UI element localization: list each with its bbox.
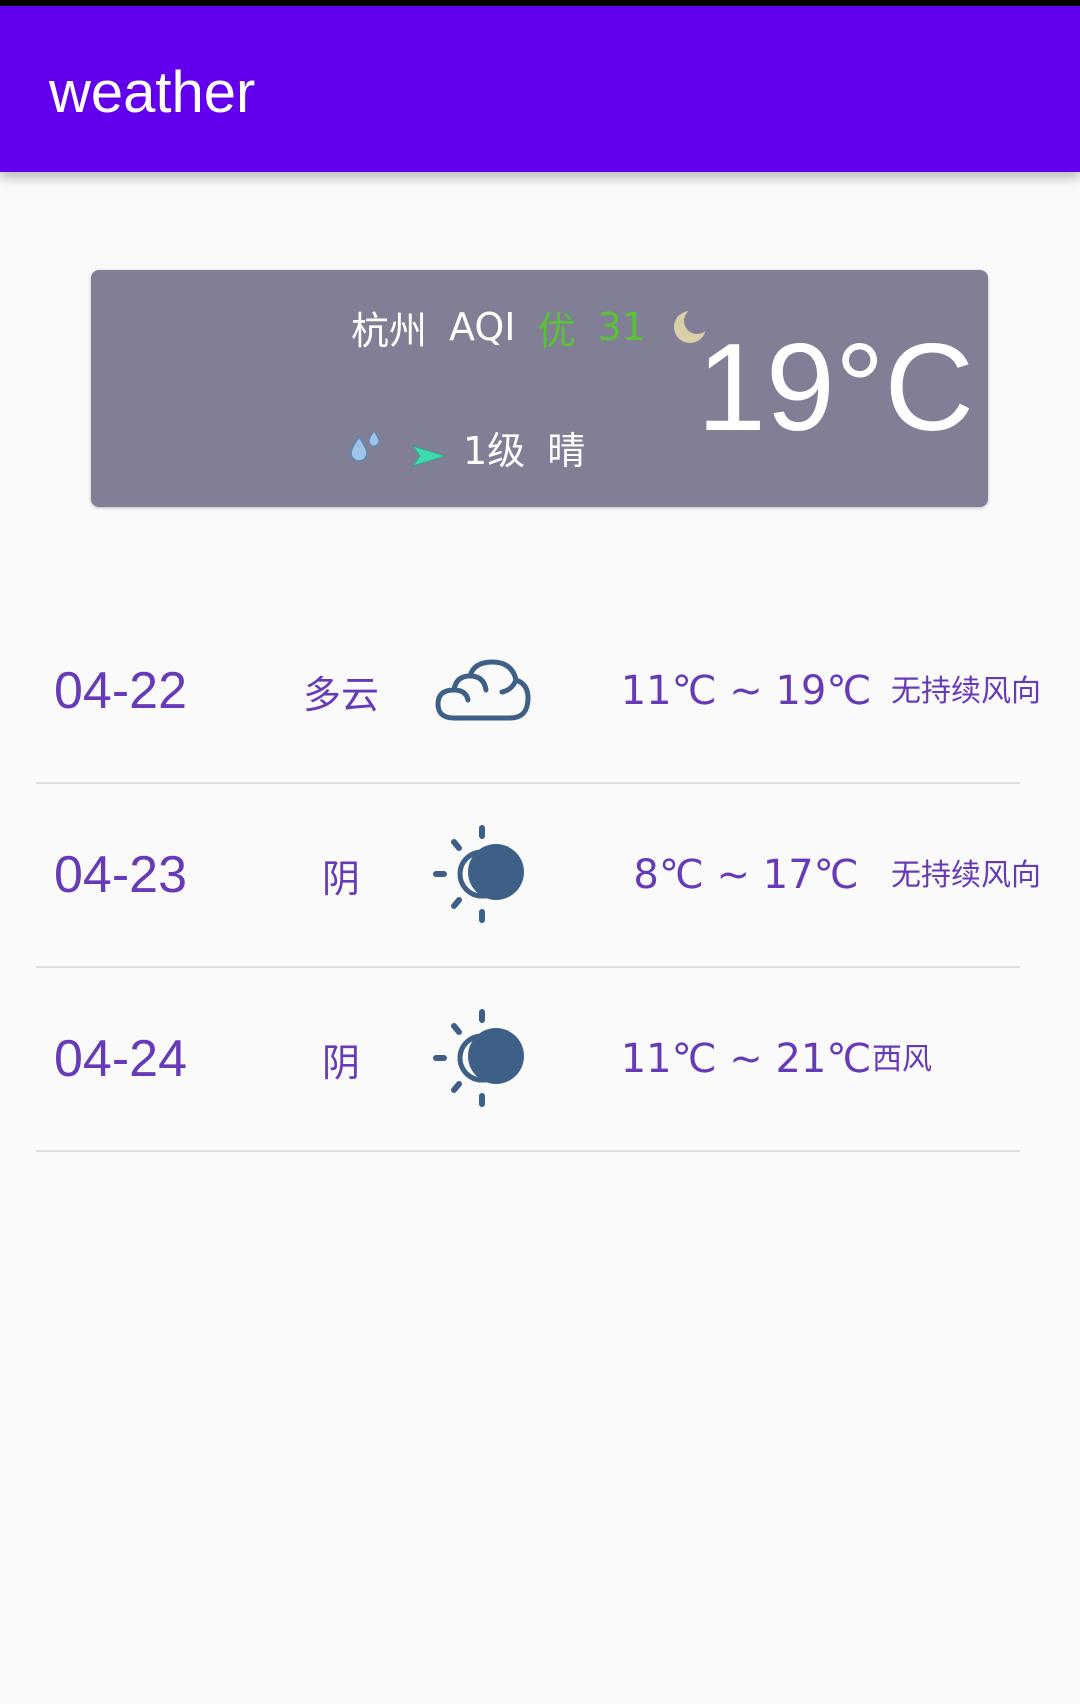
forecast-wind: 无持续风向 (881, 784, 1051, 966)
forecast-wind-label: 无持续风向 (891, 673, 1041, 709)
current-condition: 晴 (547, 428, 586, 473)
forecast-date: 04-24 (54, 1030, 187, 1088)
aqi-level: 优 (537, 308, 576, 353)
forecast-temp-range: 11℃ ~ 19℃ (620, 668, 872, 714)
forecast-condition: 多云 (302, 672, 379, 717)
forecast-date: 04-22 (54, 662, 187, 720)
forecast-temp-range: 11℃ ~ 21℃ (620, 1036, 872, 1082)
forecast-wind-label: 无持续风向 (891, 857, 1041, 893)
forecast-row[interactable]: 04-24 阴 11℃ ~ 21℃ 西风 (36, 968, 1020, 1152)
water-drop-icon (347, 429, 383, 465)
forecast-row[interactable]: 04-23 阴 8℃ ~ 17℃ 无持续风向 (36, 784, 1041, 968)
forecast-temp-range: 8℃ ~ 17℃ (633, 852, 859, 898)
city-name: 杭州 (351, 308, 428, 353)
current-location-aqi: 杭州 AQI 优 31 (351, 302, 710, 353)
forecast-row[interactable]: 04-22 多云 11℃ ~ 19℃ 无持续风向 (36, 600, 1041, 784)
app-bar: weather (0, 6, 1080, 172)
sun-behind-cloud-icon (432, 824, 532, 924)
forecast-condition: 阴 (321, 856, 360, 901)
app-title: weather (49, 60, 256, 125)
forecast-list: 04-22 多云 11℃ ~ 19℃ 无持续风向 04-23 阴 8℃ ~ 17… (36, 600, 1041, 1152)
wind-direction-arrow-icon (411, 434, 447, 467)
forecast-condition: 阴 (321, 1040, 360, 1085)
aqi-label: AQI (449, 305, 516, 349)
current-weather-card[interactable]: 杭州 AQI 优 31 1级 晴 19°C (91, 270, 988, 507)
forecast-wind-label: 西风 (872, 1041, 932, 1077)
aqi-value: 31 (597, 305, 646, 349)
forecast-date: 04-23 (54, 846, 187, 904)
current-temperature: 19°C (696, 319, 974, 457)
sun-behind-cloud-icon (432, 1008, 532, 1108)
cloudy-icon (432, 640, 532, 740)
wind-level: 1级 (463, 428, 526, 473)
forecast-wind: 西风 (872, 968, 932, 1150)
current-wind-condition: 1级 晴 (347, 422, 586, 473)
forecast-wind: 无持续风向 (881, 600, 1051, 782)
